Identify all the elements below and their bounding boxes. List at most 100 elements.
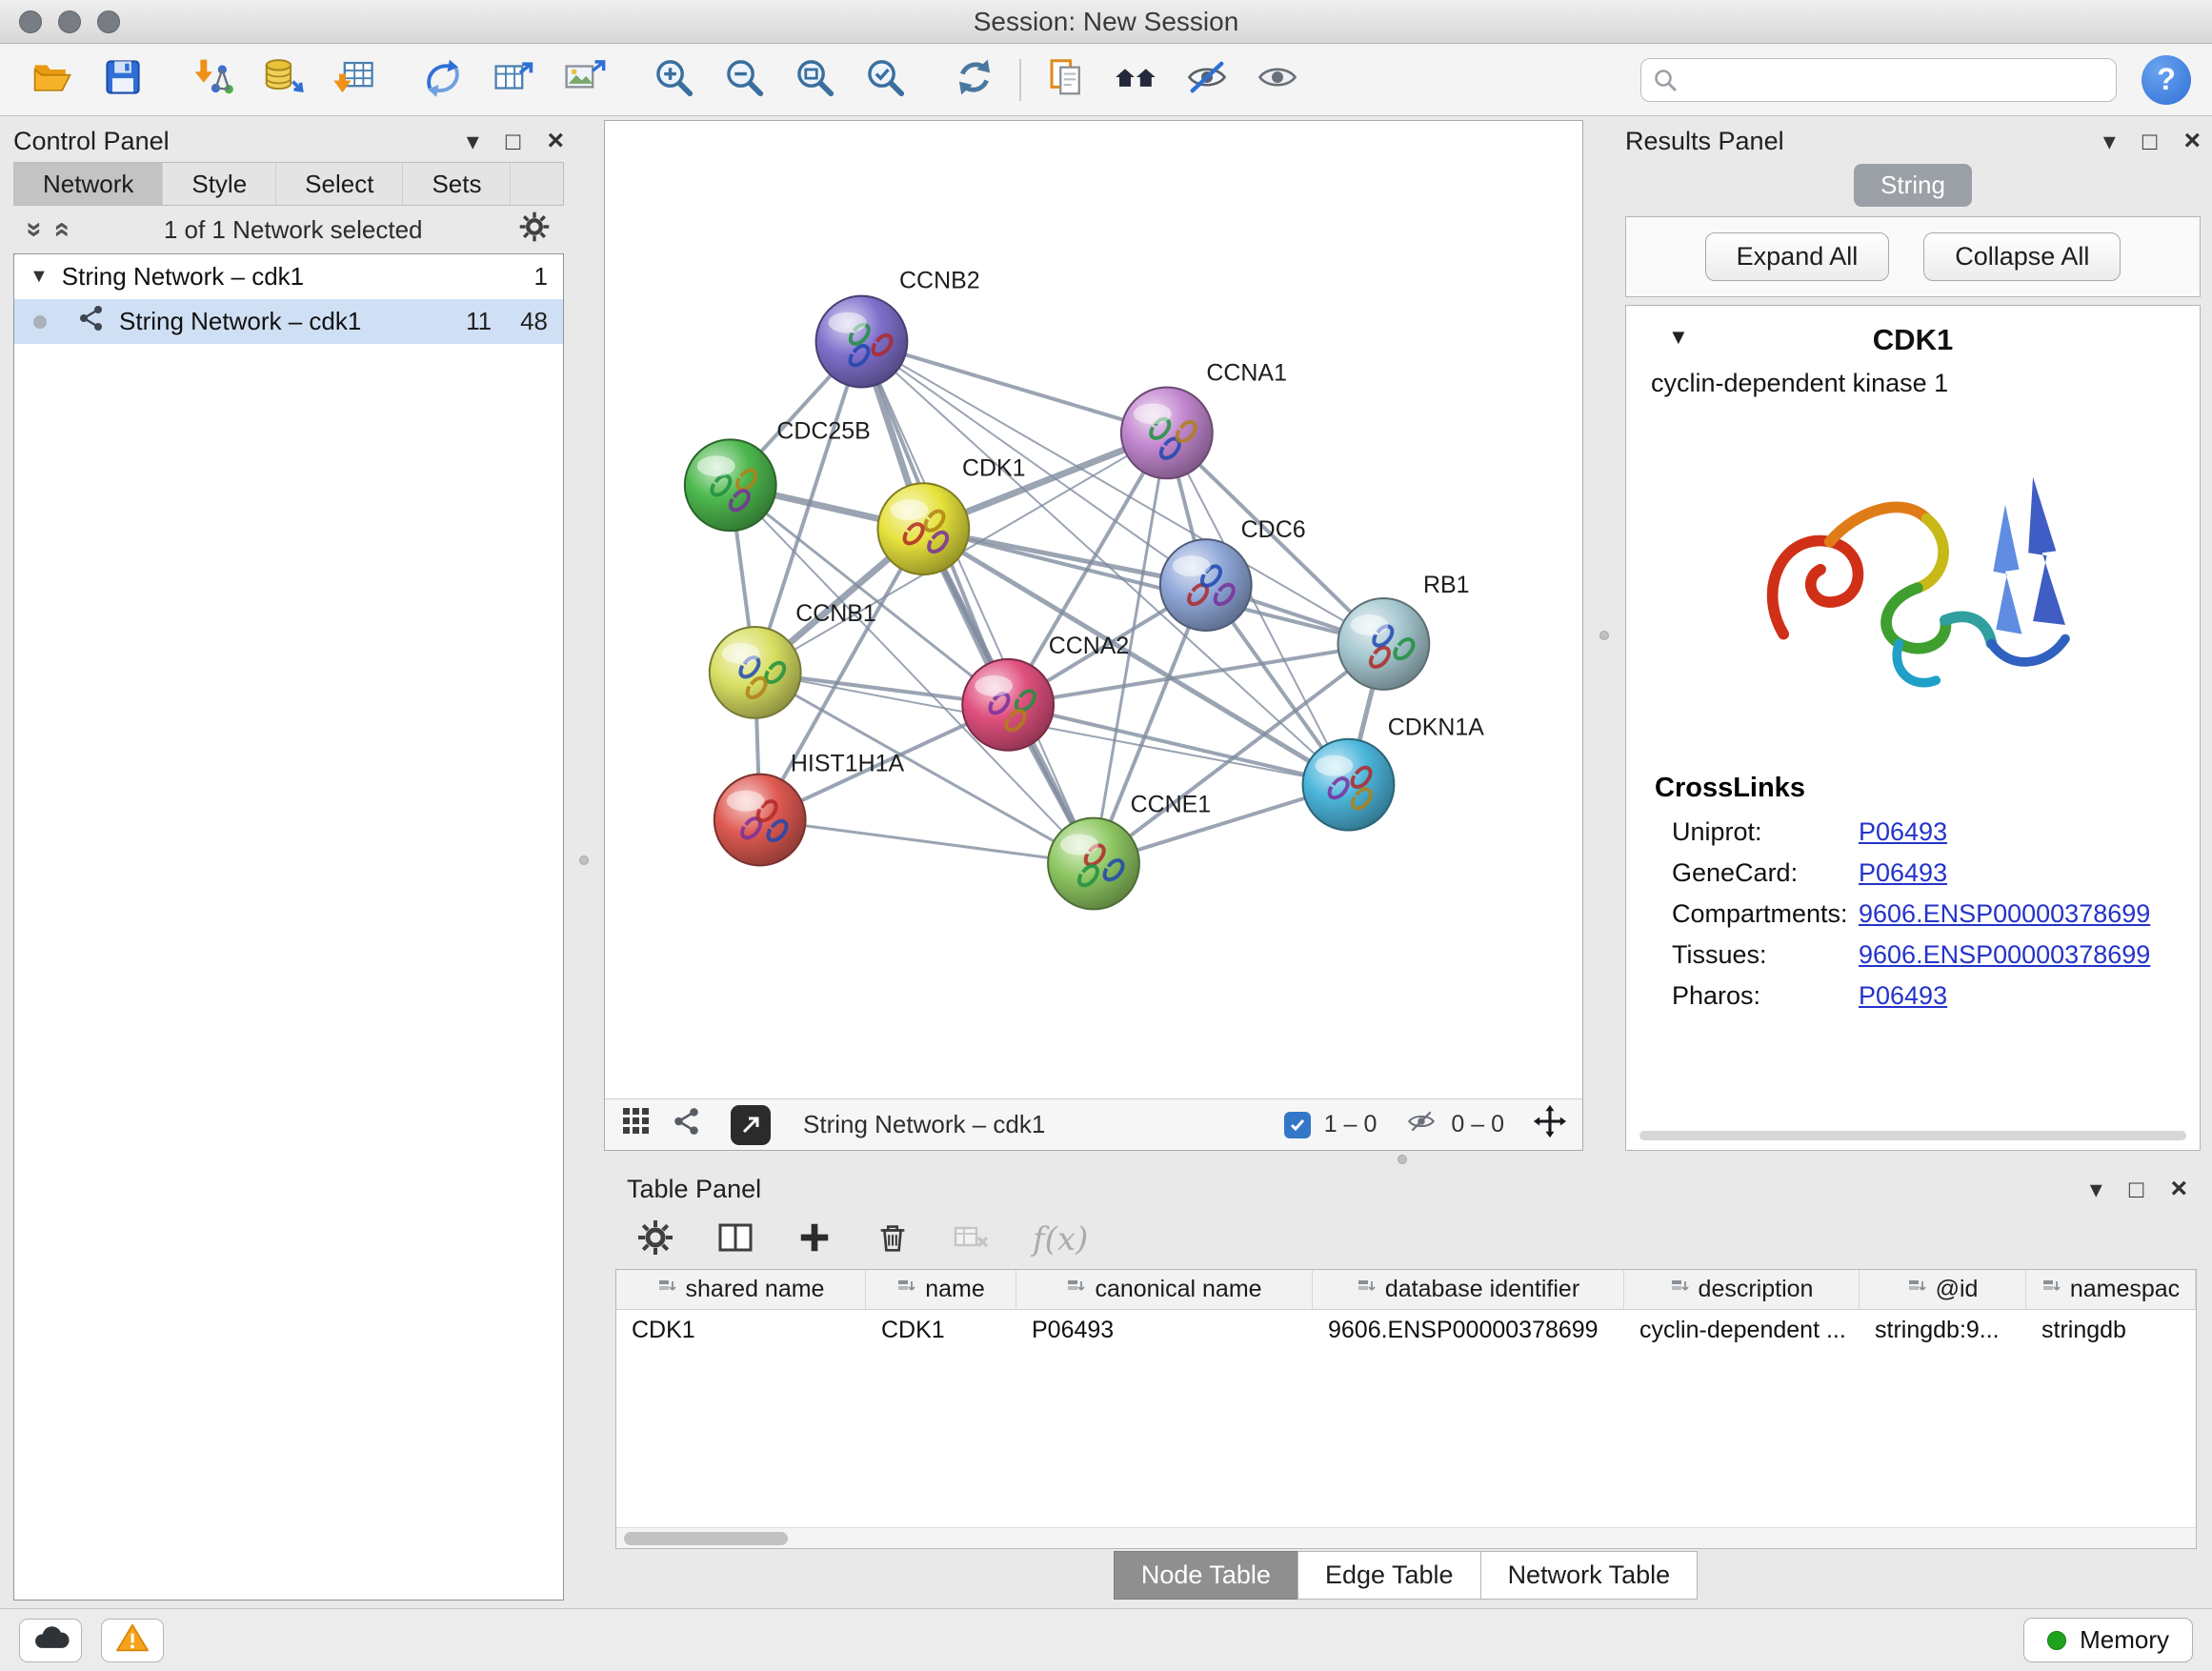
refresh-layout-button[interactable] — [947, 52, 1002, 108]
right-splitter[interactable] — [1583, 120, 1625, 1151]
collapse-all-button[interactable]: Collapse All — [1923, 232, 2121, 281]
table-cell[interactable]: CDK1 — [616, 1310, 866, 1350]
tab-sets[interactable]: Sets — [403, 163, 511, 205]
close-window-button[interactable] — [19, 10, 42, 33]
grid-view-icon[interactable] — [620, 1105, 653, 1144]
crosslink-link[interactable]: P06493 — [1859, 858, 1947, 888]
table-horizontal-scrollbar[interactable] — [616, 1527, 2196, 1548]
tab-string[interactable]: String — [1854, 164, 1972, 207]
hide-elements-button[interactable] — [1179, 52, 1235, 108]
expand-all-icon[interactable]: » — [46, 222, 74, 238]
edge-CCNB2-CCNA1[interactable] — [861, 342, 1166, 433]
minimize-window-button[interactable] — [58, 10, 81, 33]
gene-section-header[interactable]: ▼ CDK1 — [1626, 306, 2200, 367]
edge-CDK1-RB1[interactable] — [923, 529, 1383, 644]
zoom-in-button[interactable] — [646, 52, 701, 108]
column-header-name[interactable]: name — [866, 1270, 1016, 1309]
new-network-button[interactable] — [415, 52, 471, 108]
column-header-@id[interactable]: @id — [1860, 1270, 2026, 1309]
column-header-namespac[interactable]: namespac — [2026, 1270, 2196, 1309]
expand-all-button[interactable]: Expand All — [1705, 232, 1890, 281]
table-settings-gear-icon[interactable] — [636, 1218, 674, 1261]
search-input[interactable] — [1640, 58, 2117, 102]
left-splitter[interactable] — [564, 120, 604, 1601]
network-options-gear-icon[interactable] — [518, 211, 551, 250]
disclosure-triangle-icon[interactable]: ▼ — [30, 266, 49, 288]
panel-close-icon[interactable]: × — [547, 127, 564, 155]
disclosure-triangle-icon[interactable]: ▼ — [1668, 325, 1689, 350]
clear-table-icon[interactable] — [953, 1218, 991, 1261]
table-cell[interactable]: cyclin-dependent ... — [1624, 1310, 1860, 1350]
column-header-description[interactable]: description — [1624, 1270, 1860, 1309]
open-in-new-button[interactable] — [731, 1105, 771, 1145]
scrollbar-thumb[interactable] — [624, 1532, 788, 1545]
show-elements-button[interactable] — [1250, 52, 1305, 108]
node-HIST1H1A[interactable]: HIST1H1A — [714, 751, 905, 866]
network-canvas[interactable]: CCNB2CCNA1CDC25BCDK1CDC6RB1CCNB1CCNA2CDK… — [605, 121, 1582, 1098]
panel-float-icon[interactable]: □ — [2129, 1177, 2144, 1201]
save-session-button[interactable] — [95, 52, 151, 108]
panel-menu-icon[interactable]: ▾ — [2090, 1177, 2102, 1201]
column-header-database-identifier[interactable]: database identifier — [1313, 1270, 1624, 1309]
crosslink-link[interactable]: P06493 — [1859, 981, 1947, 1011]
node-CDK1[interactable]: CDK1 — [877, 454, 1025, 574]
table-cell[interactable]: stringdb:9... — [1860, 1310, 2026, 1350]
panel-menu-icon[interactable]: ▾ — [2103, 129, 2116, 153]
cloud-status-button[interactable] — [19, 1619, 82, 1662]
tab-network[interactable]: Network — [14, 163, 163, 205]
selected-checkbox-icon[interactable] — [1284, 1112, 1311, 1138]
network-row[interactable]: String Network – cdk1 11 48 — [14, 299, 563, 344]
node-RB1[interactable]: RB1 — [1338, 572, 1470, 690]
add-column-icon[interactable] — [796, 1219, 833, 1260]
delete-column-trash-icon[interactable] — [875, 1219, 911, 1260]
table-cell[interactable]: 9606.ENSP00000378699 — [1313, 1310, 1624, 1350]
crosslink-link[interactable]: P06493 — [1859, 817, 1947, 847]
node-CCNA1[interactable]: CCNA1 — [1121, 359, 1287, 478]
table-cell[interactable]: CDK1 — [866, 1310, 1016, 1350]
import-network-database-button[interactable] — [255, 52, 311, 108]
tab-network-table[interactable]: Network Table — [1480, 1551, 1699, 1600]
panel-close-icon[interactable]: × — [2183, 127, 2201, 155]
pan-crosshair-icon[interactable] — [1533, 1104, 1567, 1145]
warnings-button[interactable] — [101, 1619, 164, 1662]
column-header-canonical-name[interactable]: canonical name — [1016, 1270, 1313, 1309]
share-view-icon[interactable] — [672, 1106, 702, 1143]
zoom-fit-button[interactable] — [787, 52, 842, 108]
open-session-button[interactable] — [25, 52, 80, 108]
zoom-selected-button[interactable] — [857, 52, 913, 108]
node-CDKN1A[interactable]: CDKN1A — [1303, 715, 1485, 831]
help-button[interactable]: ? — [2142, 55, 2191, 105]
table-cell[interactable]: stringdb — [2026, 1310, 2196, 1350]
node-CDC6[interactable]: CDC6 — [1160, 516, 1306, 631]
panel-float-icon[interactable]: □ — [2142, 129, 2158, 153]
table-cell[interactable]: P06493 — [1016, 1310, 1313, 1350]
tab-node-table[interactable]: Node Table — [1114, 1551, 1298, 1600]
table-row[interactable]: CDK1CDK1P064939606.ENSP00000378699cyclin… — [616, 1310, 2196, 1350]
copy-document-button[interactable] — [1038, 52, 1094, 108]
column-header-shared-name[interactable]: shared name — [616, 1270, 866, 1309]
tab-style[interactable]: Style — [163, 163, 276, 205]
crosslink-link[interactable]: 9606.ENSP00000378699 — [1859, 940, 2150, 970]
memory-button[interactable]: Memory — [2023, 1618, 2193, 1662]
new-table-button[interactable] — [486, 52, 541, 108]
network-graph[interactable]: CCNB2CCNA1CDC25BCDK1CDC6RB1CCNB1CCNA2CDK… — [605, 121, 1582, 1098]
birds-eye-view-button[interactable] — [1109, 52, 1164, 108]
node-CCNE1[interactable]: CCNE1 — [1048, 792, 1211, 910]
panel-close-icon[interactable]: × — [2170, 1175, 2187, 1203]
show-columns-icon[interactable] — [716, 1218, 754, 1261]
function-builder-button[interactable]: f(x) — [1033, 1220, 1088, 1258]
panel-float-icon[interactable]: □ — [506, 129, 521, 153]
import-table-button[interactable] — [326, 52, 381, 108]
zoom-window-button[interactable] — [97, 10, 120, 33]
crosslink-link[interactable]: 9606.ENSP00000378699 — [1859, 899, 2150, 929]
tab-edge-table[interactable]: Edge Table — [1297, 1551, 1481, 1600]
hidden-eye-slash-icon[interactable] — [1405, 1107, 1438, 1142]
import-network-file-button[interactable] — [185, 52, 240, 108]
export-image-button[interactable] — [556, 52, 612, 108]
edge-CCNB2-CCNE1[interactable] — [861, 342, 1094, 864]
bottom-splitter[interactable] — [604, 1151, 2201, 1168]
edge-CCNE1-HIST1H1A[interactable] — [760, 820, 1094, 864]
results-scrollbar[interactable] — [1639, 1131, 2186, 1140]
network-collection-row[interactable]: ▼ String Network – cdk1 1 — [14, 254, 563, 299]
edge-CCNA2-CDKN1A[interactable] — [1008, 705, 1348, 785]
